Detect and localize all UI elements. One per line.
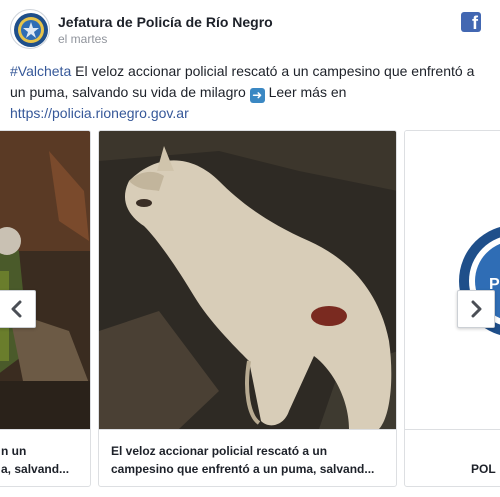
post-header: Jefatura de Policía de Río Negro el mart… xyxy=(0,0,500,60)
facebook-logo-icon[interactable]: f xyxy=(461,12,481,33)
page-name[interactable]: Jefatura de Policía de Río Negro xyxy=(58,14,273,30)
card-photo[interactable]: P xyxy=(405,131,500,429)
hashtag-link[interactable]: #Valcheta xyxy=(10,63,71,79)
police-badge-icon xyxy=(14,13,48,47)
card-caption[interactable]: POL xyxy=(405,429,500,486)
post-body: #Valcheta El veloz accionar policial res… xyxy=(10,61,490,124)
card-caption-line: a, salvand... xyxy=(1,462,70,476)
photo-carousel: n un a, salvand... El veloz accionar pol… xyxy=(0,130,500,490)
card-caption-line: POL xyxy=(471,462,496,476)
carousel-next-button[interactable] xyxy=(457,290,495,328)
card-caption-line: El veloz accionar policial rescató a un xyxy=(111,444,328,458)
card-photo[interactable] xyxy=(99,131,396,429)
card-caption-line: n un xyxy=(1,444,27,458)
chevron-left-icon xyxy=(11,300,22,318)
card-caption[interactable]: n un a, salvand... xyxy=(0,429,90,486)
carousel-card[interactable]: El veloz accionar policial rescató a un … xyxy=(98,130,397,487)
read-more-text: Leer más en xyxy=(264,84,347,100)
post-body-text: El veloz accionar policial rescató a un … xyxy=(10,63,475,100)
card-photo-graphic xyxy=(0,131,90,429)
card-caption[interactable]: El veloz accionar policial rescató a un … xyxy=(99,429,396,486)
card-caption-line: campesino que enfrentó a un puma, salvan… xyxy=(111,462,375,476)
puma-photo-graphic xyxy=(99,131,396,429)
carousel-prev-button[interactable] xyxy=(0,290,36,328)
card-photo[interactable] xyxy=(0,131,90,429)
chevron-right-icon xyxy=(471,300,482,318)
right-arrow-emoji-icon: ➜ xyxy=(249,88,265,103)
policia-link[interactable]: https://policia.rionegro.gov.ar xyxy=(10,105,189,121)
police-logo-graphic: P xyxy=(405,131,500,429)
post-timestamp[interactable]: el martes xyxy=(58,32,107,46)
page-avatar[interactable] xyxy=(10,9,50,49)
